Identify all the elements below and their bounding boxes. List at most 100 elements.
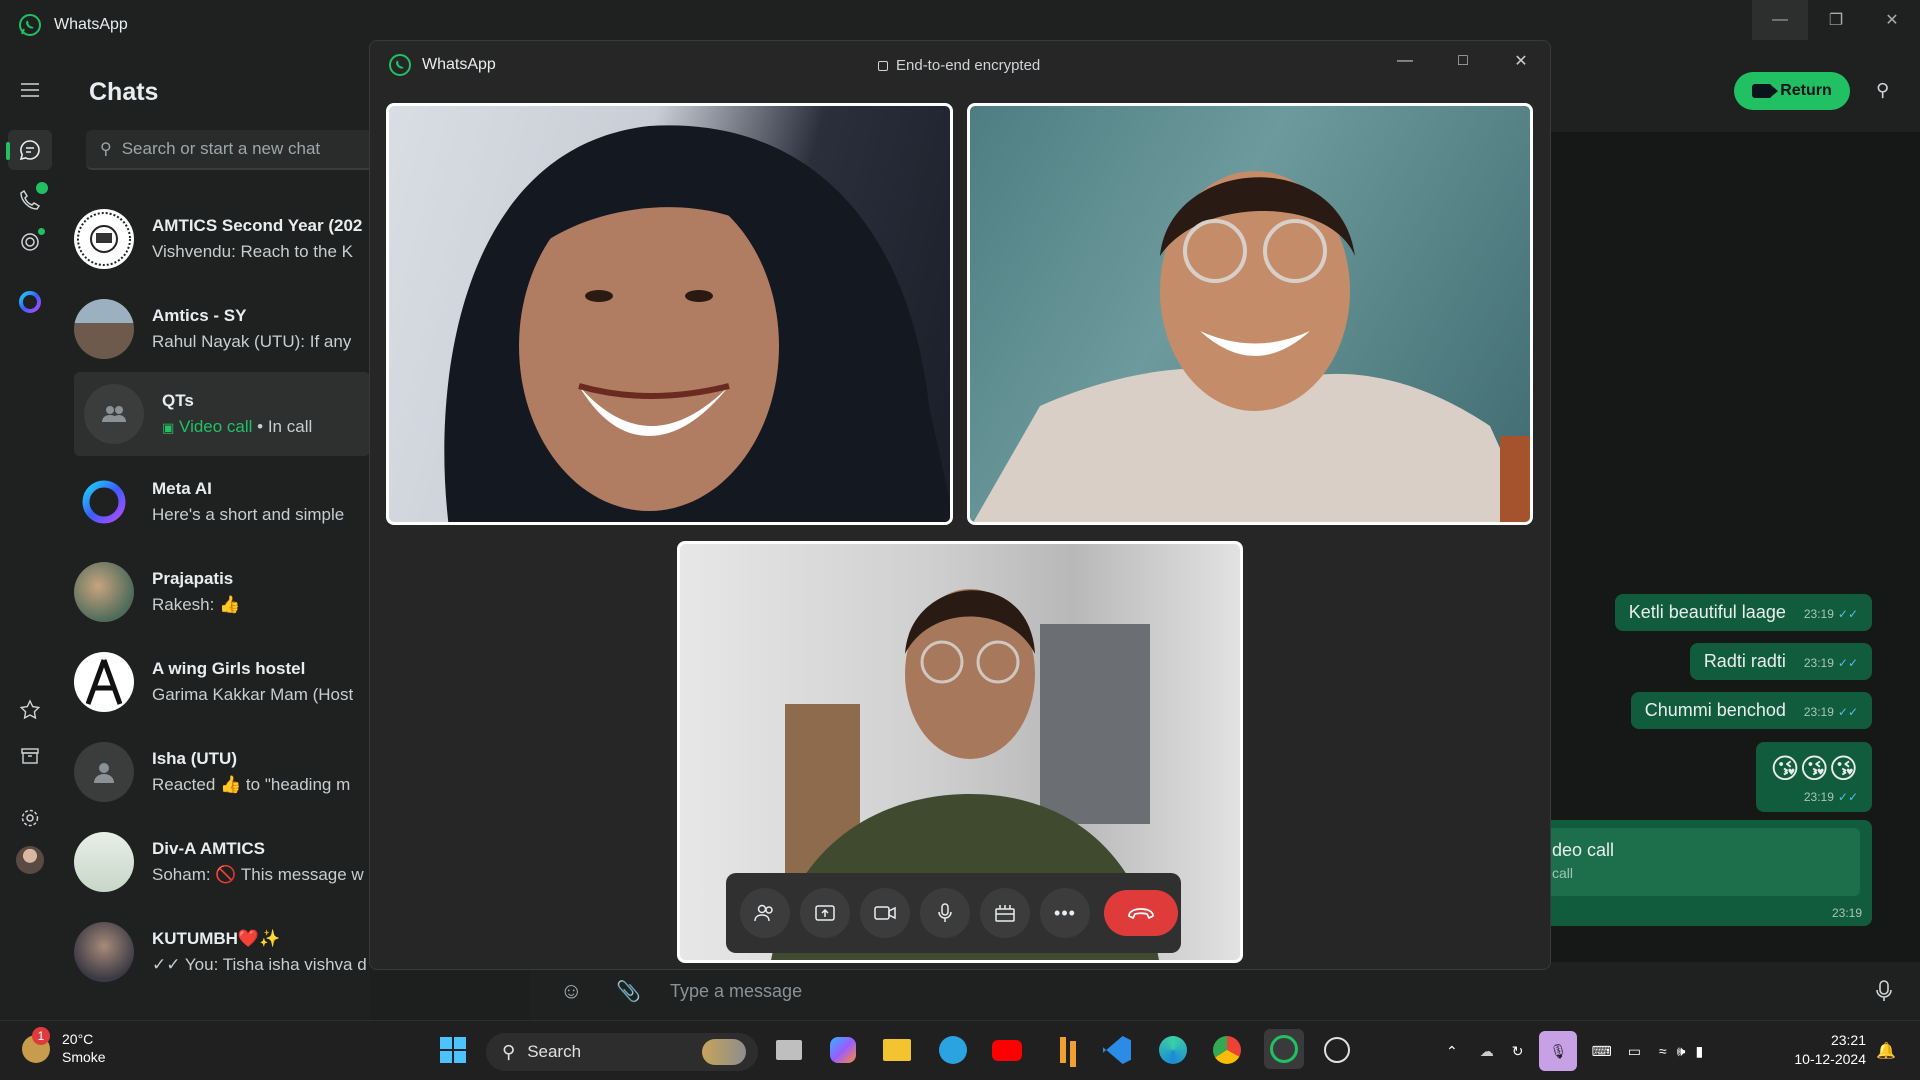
chat-name: QTs: [162, 391, 194, 410]
message-input[interactable]: Type a message: [670, 981, 802, 1002]
call-window-title: WhatsApp: [388, 53, 496, 77]
message-bubble[interactable]: 😘😘😘 23:19 ✓✓: [1756, 742, 1872, 812]
edge-icon[interactable]: [1156, 1033, 1190, 1067]
video-camera-icon: [874, 906, 896, 920]
microphone-icon[interactable]: [1876, 980, 1892, 1002]
chats-icon[interactable]: [6, 130, 52, 170]
telegram-icon[interactable]: [936, 1033, 970, 1067]
task-view-icon[interactable]: [772, 1033, 806, 1067]
chat-item[interactable]: KUTUMBH❤️✨ ✓✓ You: Tisha isha vishva d: [74, 910, 370, 994]
vscode-icon[interactable]: [1100, 1033, 1134, 1067]
chat-item[interactable]: Div-A AMTICS Soham: 🚫 This message w: [74, 820, 370, 904]
settings-icon[interactable]: [8, 798, 52, 838]
message-composer: ☺ 📎 Type a message: [530, 962, 1920, 1020]
archived-icon[interactable]: [8, 736, 52, 776]
call-message-card[interactable]: deo call call 23:19: [1550, 820, 1872, 926]
battery-icon[interactable]: ▮: [1695, 1043, 1703, 1060]
chats-heading: Chats: [89, 78, 159, 106]
weather-icon: 1: [22, 1026, 50, 1063]
chat-preview: ✓✓ You: Tisha isha vishva d: [152, 955, 367, 974]
notification-badge: 1: [32, 1026, 50, 1045]
layout-button[interactable]: [980, 888, 1030, 938]
app-icon[interactable]: [1046, 1033, 1080, 1067]
message-text: Chummi benchod: [1644, 700, 1786, 720]
attach-icon[interactable]: 📎: [616, 979, 641, 1004]
starred-icon[interactable]: [8, 690, 52, 730]
microphone-icon: [938, 903, 952, 922]
chat-preview: Rakesh: 👍: [152, 595, 241, 614]
call-app-name: WhatsApp: [422, 56, 496, 73]
minimize-button[interactable]: —: [1752, 0, 1808, 40]
share-screen-button[interactable]: [800, 888, 850, 938]
whatsapp-taskbar-icon[interactable]: [1264, 1029, 1304, 1069]
participants-button[interactable]: [740, 888, 790, 938]
message-text: Radti radti: [1703, 651, 1786, 671]
chat-item[interactable]: Prajapatis Rakesh: 👍: [74, 550, 370, 634]
clock[interactable]: 23:21 10-12-2024: [1786, 1031, 1866, 1069]
call-controls-bar: •••: [726, 873, 1181, 953]
microphone-in-use-icon[interactable]: 🎙: [1539, 1031, 1578, 1071]
chat-item[interactable]: Meta AI Here's a short and simple: [74, 460, 370, 544]
chat-item[interactable]: AMTICS Second Year (202 Vishvendu: Reach…: [74, 197, 370, 281]
camera-toggle-button[interactable]: [860, 888, 910, 938]
message-bubble[interactable]: Radti radti 23:19 ✓✓: [1689, 643, 1872, 680]
search-input[interactable]: ⚲ Search or start a new chat: [86, 130, 370, 170]
chatgpt-icon[interactable]: [1320, 1033, 1354, 1067]
search-icon: ⚲: [502, 1041, 516, 1062]
encryption-notice: End-to-end encrypted: [878, 57, 1040, 74]
mute-button[interactable]: [920, 888, 970, 938]
calls-icon[interactable]: [8, 180, 52, 220]
call-close-button[interactable]: ✕: [1492, 41, 1550, 81]
call-card-subtitle: call: [1552, 865, 1574, 881]
taskbar-search[interactable]: ⚲ Search: [486, 1033, 758, 1071]
chat-item[interactable]: Amtics - SY Rahul Nayak (UTU): If any: [74, 287, 370, 371]
volume-icon[interactable]: 🕪: [1677, 1043, 1686, 1060]
window-controls: — ❐ ✕: [1752, 0, 1920, 40]
end-call-button[interactable]: [1104, 890, 1178, 936]
chat-item[interactable]: Isha (UTU) Reacted 👍 to "heading m: [74, 730, 370, 814]
chevron-up-icon[interactable]: ⌃: [1446, 1043, 1458, 1060]
close-button[interactable]: ✕: [1864, 0, 1920, 40]
wifi-icon[interactable]: ≈: [1659, 1043, 1667, 1059]
video-call-window: WhatsApp End-to-end encrypted — □ ✕ •••: [369, 40, 1551, 970]
chat-item-active[interactable]: QTs ▣ Video call • In call: [74, 372, 370, 456]
youtube-icon[interactable]: [990, 1033, 1024, 1067]
profile-avatar[interactable]: [8, 840, 52, 880]
group-photo-avatar: [74, 922, 134, 982]
grid-layout-icon: [995, 905, 1015, 922]
chat-name: Meta AI: [152, 479, 212, 498]
message-bubble[interactable]: Chummi benchod 23:19 ✓✓: [1630, 692, 1872, 729]
meta-ai-icon[interactable]: [8, 282, 52, 322]
search-icon: ⚲: [100, 141, 112, 158]
copilot-icon[interactable]: [826, 1033, 860, 1067]
onedrive-icon[interactable]: ☁: [1480, 1043, 1494, 1060]
chrome-icon[interactable]: [1210, 1033, 1244, 1067]
more-options-button[interactable]: •••: [1040, 888, 1090, 938]
restore-button[interactable]: ❐: [1808, 0, 1864, 40]
conversation-search-icon[interactable]: ⚲: [1876, 80, 1889, 101]
app-title: WhatsApp: [54, 16, 128, 33]
call-minimize-button[interactable]: —: [1376, 41, 1434, 81]
menu-icon[interactable]: [8, 70, 52, 110]
participant-video-tile[interactable]: [967, 103, 1533, 525]
weather-widget[interactable]: 1 20°C Smoke: [22, 1026, 106, 1066]
start-button[interactable]: [436, 1033, 470, 1067]
read-ticks-icon: ✓✓: [1837, 607, 1858, 621]
display-icon[interactable]: ▭: [1628, 1043, 1641, 1060]
chat-preview: Vishvendu: Reach to the K: [152, 242, 353, 261]
participant-video-tile[interactable]: [386, 103, 953, 525]
sync-icon[interactable]: ↻: [1512, 1043, 1524, 1060]
notification-bell-icon[interactable]: 🔔: [1876, 1041, 1896, 1061]
return-to-call-button[interactable]: Return: [1734, 72, 1850, 110]
message-text: 😘😘😘: [1770, 753, 1858, 784]
keyboard-icon[interactable]: ⌨: [1591, 1043, 1611, 1060]
message-time: 23:19: [1803, 705, 1834, 719]
emoji-icon[interactable]: ☺: [560, 978, 582, 1004]
status-icon[interactable]: [8, 222, 52, 262]
chat-item[interactable]: A wing Girls hostel Garima Kakkar Mam (H…: [74, 640, 370, 724]
clock-time: 23:21: [1830, 1032, 1866, 1048]
call-maximize-button[interactable]: □: [1434, 41, 1492, 81]
message-bubble[interactable]: Ketli beautiful laage 23:19 ✓✓: [1614, 594, 1872, 631]
message-time: 23:19: [1803, 790, 1834, 804]
file-explorer-icon[interactable]: [880, 1033, 914, 1067]
